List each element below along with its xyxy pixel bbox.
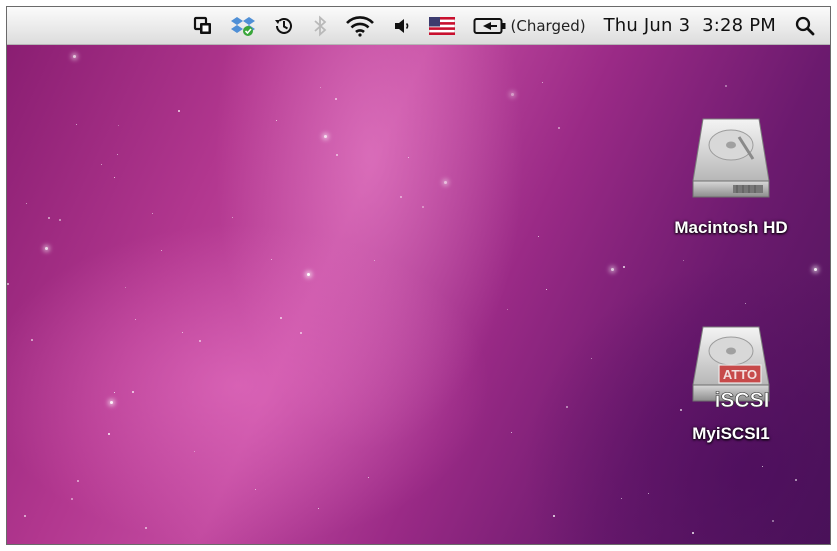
wallpaper-star — [507, 309, 509, 311]
wallpaper-star — [692, 532, 694, 534]
wallpaper-star — [178, 110, 180, 112]
wallpaper-star — [623, 266, 625, 268]
wallpaper-star — [59, 219, 61, 221]
desktop-drive-myiscsi1[interactable]: ATTO iSCSI MyiSCSI1 — [656, 321, 806, 444]
wallpaper-star — [374, 260, 376, 262]
wallpaper-star — [271, 259, 273, 261]
wallpaper-star — [135, 319, 137, 321]
wallpaper-star — [511, 93, 514, 96]
wallpaper-star — [110, 401, 113, 404]
wallpaper-star — [307, 273, 310, 276]
wallpaper-star — [611, 268, 614, 271]
wallpaper-star — [546, 289, 548, 291]
iscsi-drive-icon: ATTO iSCSI — [692, 326, 770, 412]
wallpaper-star — [444, 181, 447, 184]
wallpaper-star — [318, 508, 320, 510]
battery-status: (Charged) — [510, 16, 586, 35]
window-switch-icon[interactable] — [193, 16, 213, 36]
volume-icon[interactable] — [393, 16, 411, 36]
wallpaper-star — [762, 466, 764, 468]
wallpaper-star — [145, 527, 147, 529]
wallpaper-star — [194, 451, 196, 453]
wallpaper-star — [255, 489, 257, 491]
wallpaper-star — [621, 498, 623, 500]
wallpaper-star — [511, 432, 513, 434]
bluetooth-icon[interactable] — [313, 14, 327, 37]
wallpaper-star — [276, 120, 278, 122]
wallpaper-star — [24, 515, 26, 517]
wallpaper-star — [683, 260, 685, 262]
wallpaper-star — [71, 498, 73, 500]
iscsi-badge-text: iSCSI — [715, 389, 770, 412]
wallpaper-star — [182, 332, 184, 334]
wallpaper-star — [725, 85, 727, 87]
wallpaper-star — [48, 217, 50, 219]
wallpaper-star — [772, 520, 774, 522]
wallpaper-star — [324, 135, 327, 138]
drive-label-myiscsi1: MyiSCSI1 — [692, 424, 770, 443]
wallpaper-star — [368, 477, 370, 479]
drive-label-macintosh-hd: Macintosh HD — [674, 218, 788, 237]
menu-bar: (Charged) Thu Jun 3 3:28 PM — [7, 7, 830, 45]
wallpaper-star — [648, 493, 650, 495]
wallpaper-star — [553, 515, 555, 517]
wallpaper-star — [558, 127, 560, 129]
wallpaper-star — [117, 154, 119, 156]
wallpaper-star — [161, 250, 163, 252]
wallpaper-star — [199, 340, 201, 342]
us-flag-input-icon[interactable] — [428, 16, 455, 35]
wallpaper-star — [814, 268, 817, 271]
wallpaper-star — [591, 358, 593, 360]
wallpaper-star — [280, 317, 282, 319]
wallpaper-star — [114, 177, 116, 179]
wallpaper-star — [152, 213, 154, 215]
wallpaper-star — [336, 154, 338, 156]
wallpaper-star — [408, 157, 410, 159]
wifi-icon[interactable] — [345, 15, 375, 37]
hard-drive-icon — [692, 118, 770, 198]
time-machine-icon[interactable] — [273, 15, 295, 37]
wallpaper-star — [132, 391, 134, 393]
wallpaper-star — [108, 433, 110, 435]
atto-badge-text: ATTO — [723, 367, 757, 382]
wallpaper-star — [125, 287, 127, 289]
wallpaper-star — [101, 164, 103, 166]
wallpaper-star — [73, 55, 76, 58]
wallpaper-star — [795, 479, 797, 481]
wallpaper-star — [45, 247, 48, 250]
wallpaper-star — [77, 480, 79, 482]
desktop-drive-macintosh-hd[interactable]: Macintosh HD — [656, 111, 806, 238]
wallpaper-star — [300, 332, 302, 334]
dropbox-sync-icon[interactable] — [230, 15, 255, 37]
wallpaper-star — [76, 124, 78, 126]
menubar-clock[interactable]: Thu Jun 3 3:28 PM — [604, 15, 776, 36]
wallpaper-star — [400, 196, 402, 198]
spotlight-icon[interactable] — [794, 15, 816, 37]
wallpaper-star — [335, 98, 337, 100]
wallpaper-star — [542, 82, 544, 84]
wallpaper-star — [422, 206, 424, 208]
wallpaper-star — [320, 87, 322, 89]
desktop-wallpaper[interactable]: Macintosh HD ATTO iSCSI MyiSCSI1 — [7, 45, 830, 544]
wallpaper-star — [118, 125, 120, 127]
wallpaper-star — [232, 217, 234, 219]
wallpaper-star — [114, 392, 116, 394]
battery-icon[interactable]: (Charged) — [473, 16, 586, 36]
wallpaper-star — [31, 339, 33, 341]
wallpaper-star — [745, 303, 747, 305]
wallpaper-star — [7, 283, 9, 285]
screen-frame: (Charged) Thu Jun 3 3:28 PM Macintosh HD… — [6, 6, 831, 545]
wallpaper-star — [26, 203, 28, 205]
wallpaper-star — [538, 236, 540, 238]
wallpaper-star — [566, 406, 568, 408]
